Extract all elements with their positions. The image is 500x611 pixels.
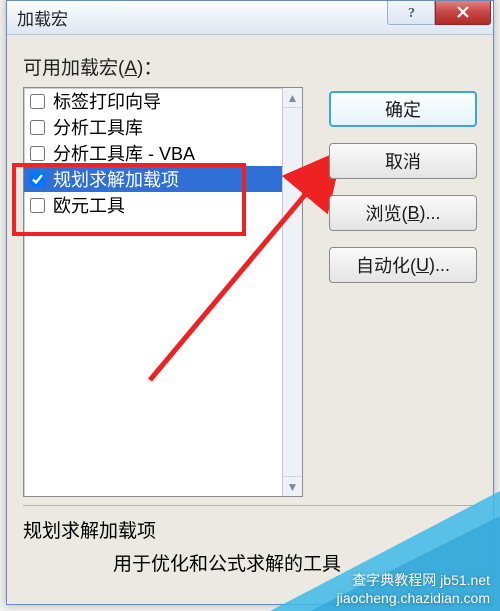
- dialog-body: 可用加载宏(A)： 标签打印向导分析工具库分析工具库 - VBA规划求解加载项欧…: [7, 35, 493, 604]
- list-item[interactable]: 分析工具库 - VBA: [24, 140, 282, 166]
- addin-label: 分析工具库: [53, 114, 143, 140]
- list-item[interactable]: 分析工具库: [24, 114, 282, 140]
- list-item[interactable]: 规划求解加载项: [24, 166, 282, 192]
- window-title: 加载宏: [17, 5, 387, 30]
- button-column: 确定 取消 浏览(B)... 自动化(U)...: [329, 91, 477, 283]
- addin-checkbox[interactable]: [30, 172, 45, 187]
- close-button[interactable]: [435, 1, 491, 25]
- dialog-window: 加载宏 ? 可用加载宏(A)： 标签打印向导分析工具库分析工具库 - VBA规划…: [6, 0, 494, 605]
- addins-listbox[interactable]: 标签打印向导分析工具库分析工具库 - VBA规划求解加载项欧元工具 ▲ ▼: [23, 87, 303, 497]
- addin-label: 欧元工具: [53, 192, 125, 218]
- close-icon: [456, 5, 470, 19]
- addin-checkbox[interactable]: [30, 94, 45, 109]
- description-area: 规划求解加载项 用于优化和公式求解的工具: [23, 505, 477, 576]
- scroll-down-arrow[interactable]: ▼: [283, 476, 302, 496]
- list-item[interactable]: 欧元工具: [24, 192, 282, 218]
- watermark-line1: 查字典教程网 jb51.net: [337, 571, 490, 589]
- list-item[interactable]: 标签打印向导: [24, 88, 282, 114]
- ok-button[interactable]: 确定: [329, 91, 477, 127]
- addin-label: 分析工具库 - VBA: [53, 140, 195, 166]
- browse-button[interactable]: 浏览(B)...: [329, 195, 477, 231]
- scroll-up-arrow[interactable]: ▲: [283, 88, 302, 108]
- scrollbar[interactable]: ▲ ▼: [282, 88, 302, 496]
- window-buttons: ?: [387, 11, 493, 25]
- svg-text:?: ?: [408, 6, 415, 20]
- addin-label: 标签打印向导: [53, 88, 161, 114]
- watermark-line2: jiaocheng.chazidian.com: [337, 589, 490, 607]
- automation-button[interactable]: 自动化(U)...: [329, 247, 477, 283]
- available-addins-label: 可用加载宏(A)：: [23, 53, 477, 80]
- addin-checkbox[interactable]: [30, 198, 45, 213]
- help-button[interactable]: ?: [387, 1, 435, 25]
- description-title: 规划求解加载项: [23, 516, 477, 543]
- titlebar[interactable]: 加载宏 ?: [7, 1, 493, 35]
- addin-label: 规划求解加载项: [53, 166, 179, 192]
- help-icon: ?: [405, 4, 417, 20]
- watermark: 查字典教程网 jb51.net jiaocheng.chazidian.com: [337, 571, 490, 607]
- cancel-button[interactable]: 取消: [329, 143, 477, 179]
- addin-checkbox[interactable]: [30, 146, 45, 161]
- addin-checkbox[interactable]: [30, 120, 45, 135]
- addins-items: 标签打印向导分析工具库分析工具库 - VBA规划求解加载项欧元工具: [24, 88, 282, 496]
